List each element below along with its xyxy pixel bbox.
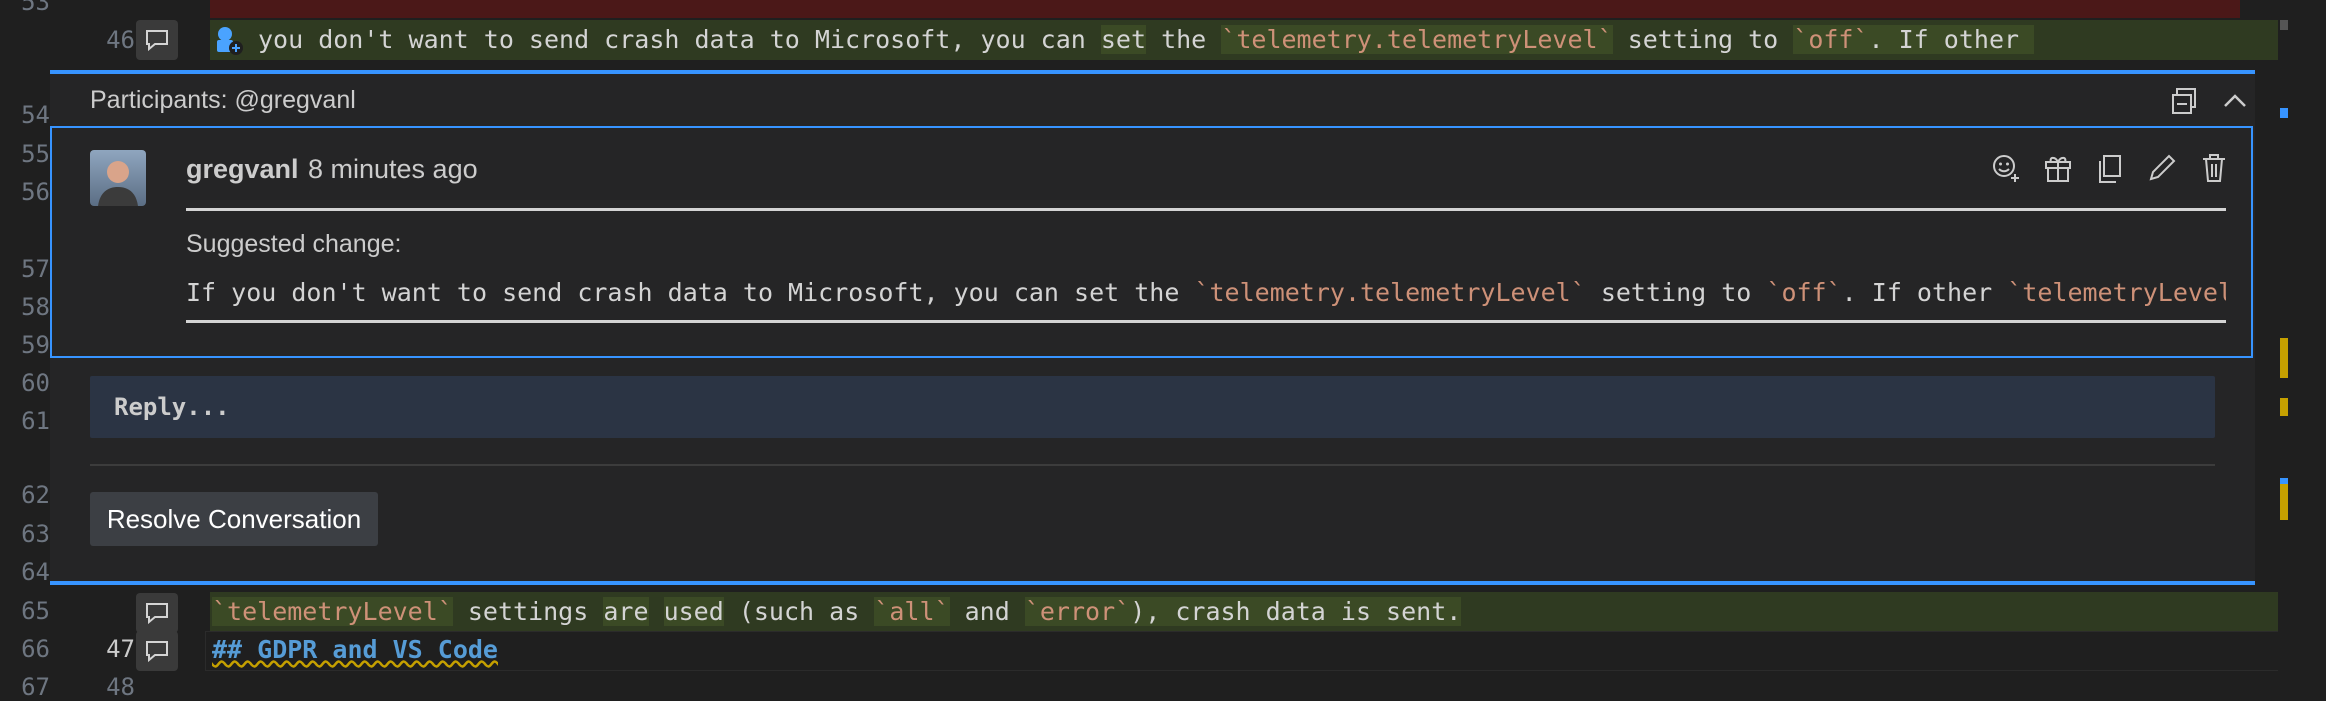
ruler-mark [2280,484,2288,520]
copy-icon [2099,155,2121,183]
collapse-all-icon [2172,88,2196,114]
line-number: 65 [21,597,50,625]
line-number: 64 [21,558,50,586]
delete-icon [2203,154,2225,182]
comment-author: gregvanl [186,154,299,184]
collapse-thread-button[interactable] [2218,84,2252,118]
collapse-all-button[interactable] [2168,84,2202,118]
gutter-comment-button[interactable] [136,593,178,633]
divider [186,208,2226,211]
gutter-comment-button[interactable] [136,20,178,60]
comment-icon [146,603,168,625]
edit-icon [2149,154,2176,181]
line-number: 47 [106,635,135,663]
avatar [90,150,146,206]
current-line-box [205,631,2282,671]
participants-label: Participants: @gregvanl [90,86,356,114]
suggestion-button[interactable] [2040,150,2076,186]
ruler-mark [2280,108,2288,118]
code-line-46: you don't want to send crash data to Mic… [258,25,2035,54]
edit-button[interactable] [2144,150,2180,186]
add-comment-icon [217,27,243,55]
line-number: 53 [21,0,50,16]
comment-icon [146,30,168,52]
ruler-mark [2280,398,2288,416]
code-line-66: ## GDPR and VS Code [212,635,498,664]
line-number: 61 [21,407,50,435]
resolve-conversation-button[interactable]: Resolve Conversation [90,492,378,546]
comment-glyph [212,24,244,61]
gutter-comment-button[interactable] [136,631,178,671]
comment: gregvanl 8 minutes ago Suggested change:… [50,126,2253,358]
line-number: 56 [21,178,50,206]
line-number: 66 [21,635,50,663]
line-number: 46 [106,26,135,54]
suggestion-label: Suggested change: [186,230,402,258]
deleted-line-strip [210,0,2240,18]
line-number: 62 [21,481,50,509]
add-reaction-icon [1993,155,2019,182]
line-number: 58 [21,293,50,321]
gift-icon [2045,156,2071,182]
ruler-mark [2280,20,2288,30]
comment-thread-widget: Participants: @gregvanl gregvanl 8 minut… [50,70,2255,585]
copy-button[interactable] [2092,150,2128,186]
suggested-change-code: If you don't want to send crash data to … [186,278,2226,307]
comment-timestamp: 8 minutes ago [308,154,478,184]
reply-input[interactable]: Reply... [90,376,2215,438]
code-line-65: `telemetryLevel` settings are used (such… [212,597,1462,626]
add-reaction-button[interactable] [1988,150,2024,186]
comment-icon [146,641,168,663]
line-number: 54 [21,101,50,129]
line-number: 63 [21,520,50,548]
line-number: 57 [21,255,50,283]
line-number: 55 [21,140,50,168]
line-number: 59 [21,331,50,359]
line-number: 60 [21,369,50,397]
divider [186,320,2226,323]
ruler-mark [2280,338,2288,378]
divider [90,464,2215,466]
delete-button[interactable] [2196,150,2232,186]
chevron-up-icon [2224,94,2246,107]
